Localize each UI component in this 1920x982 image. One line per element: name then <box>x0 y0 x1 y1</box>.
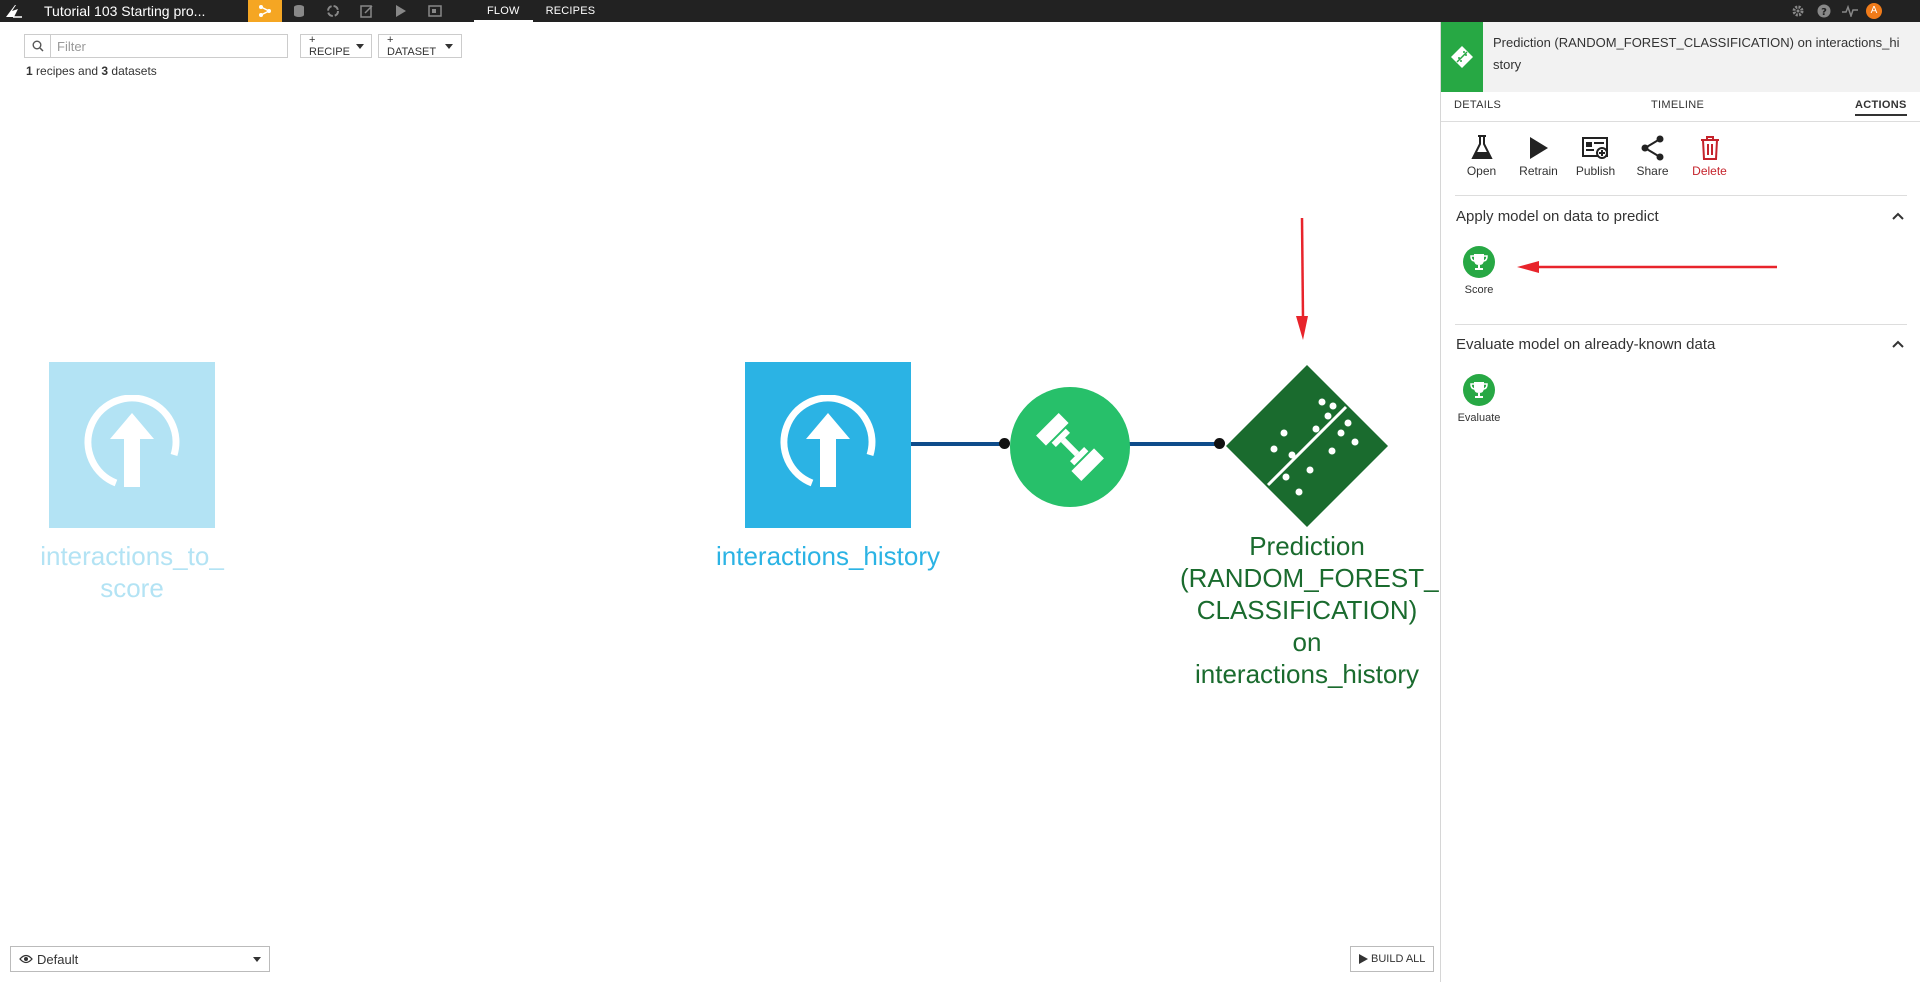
upload-icon <box>84 395 180 487</box>
score-recipe-button[interactable]: Score <box>1454 246 1504 296</box>
chevron-up-icon[interactable] <box>1892 340 1904 348</box>
top-right-tools: ? A <box>1788 0 1920 22</box>
apply-section-title: Apply model on data to predict <box>1456 208 1659 225</box>
top-bar: Tutorial 103 Starting pro... FLOW RECIPE… <box>0 0 1920 22</box>
delete-label: Delete <box>1692 164 1727 178</box>
open-label: Open <box>1466 164 1497 178</box>
tab-actions[interactable]: ACTIONS <box>1855 99 1907 116</box>
model-label[interactable]: Prediction (RANDOM_FOREST_ CLASSIFICATIO… <box>1180 530 1439 690</box>
tab-details[interactable]: DETAILS <box>1454 99 1501 111</box>
dataset-label[interactable]: interactions_to_ score <box>26 540 238 604</box>
eye-icon <box>19 954 33 964</box>
evaluate-section-title: Evaluate model on already-known data <box>1456 336 1716 353</box>
datasets-icon[interactable] <box>282 0 316 22</box>
tab-timeline[interactable]: TIMELINE <box>1651 99 1704 111</box>
delete-action-button[interactable]: Delete <box>1681 132 1738 178</box>
flow-link <box>1126 442 1220 446</box>
chevron-down-icon <box>253 957 261 962</box>
trophy-icon <box>1463 246 1495 278</box>
annotation-arrow-down <box>1296 218 1308 340</box>
flask-icon <box>1470 132 1493 164</box>
share-label: Share <box>1636 164 1669 178</box>
score-label: Score <box>1464 284 1494 296</box>
flow-canvas[interactable]: interactions_to_ score interactions_hist… <box>0 22 1440 982</box>
tab-flow[interactable]: FLOW <box>474 0 533 22</box>
jobs-play-icon[interactable] <box>384 0 418 22</box>
project-title[interactable]: Tutorial 103 Starting pro... <box>28 3 248 19</box>
divider <box>1455 195 1907 196</box>
model-node-prediction[interactable] <box>1226 365 1388 527</box>
share-action-button[interactable]: Share <box>1624 132 1681 178</box>
actions-row: Open Retrain Publish Share Delete <box>1453 132 1738 178</box>
annotation-arrow-left <box>1517 261 1777 273</box>
open-action-button[interactable]: Open <box>1453 132 1510 178</box>
upload-icon <box>780 395 876 487</box>
tab-recipes[interactable]: RECIPES <box>533 0 609 22</box>
gear-icon[interactable] <box>1788 1 1808 21</box>
panel-header: Prediction (RANDOM_FOREST_CLASSIFICATION… <box>1441 22 1920 92</box>
evaluate-recipe-button[interactable]: Evaluate <box>1454 374 1504 424</box>
flow-link <box>911 442 1007 446</box>
dss-logo-icon[interactable] <box>0 0 28 22</box>
retrain-action-button[interactable]: Retrain <box>1510 132 1567 178</box>
avatar[interactable]: A <box>1866 3 1882 19</box>
panel-title: Prediction (RANDOM_FOREST_CLASSIFICATION… <box>1493 35 1900 72</box>
dataset-node-interactions-to-score[interactable] <box>49 362 215 528</box>
retrain-label: Retrain <box>1519 164 1558 178</box>
trash-icon <box>1700 132 1720 164</box>
flow-icon[interactable] <box>248 0 282 22</box>
play-icon <box>1359 954 1368 964</box>
build-all-button[interactable]: BUILD ALL <box>1350 946 1435 972</box>
link-endpoint <box>1214 438 1225 449</box>
view-select-value: Default <box>37 951 79 967</box>
dumbbell-icon <box>1036 413 1104 481</box>
saved-model-icon <box>1441 22 1483 92</box>
view-select[interactable]: Default <box>10 946 270 972</box>
notebook-icon[interactable] <box>350 0 384 22</box>
chevron-up-icon[interactable] <box>1892 212 1904 220</box>
play-icon <box>1529 132 1549 164</box>
help-icon[interactable]: ? <box>1814 1 1834 21</box>
right-panel: Prediction (RANDOM_FOREST_CLASSIFICATION… <box>1440 22 1920 982</box>
publish-icon <box>1581 132 1610 164</box>
dataset-node-interactions-history[interactable] <box>745 362 911 528</box>
publish-label: Publish <box>1575 164 1616 178</box>
publish-action-button[interactable]: Publish <box>1567 132 1624 178</box>
panel-tabs: DETAILS TIMELINE ACTIONS <box>1441 92 1920 122</box>
build-all-label: BUILD ALL <box>1371 953 1426 965</box>
activity-icon[interactable] <box>1840 1 1860 21</box>
link-endpoint <box>999 438 1010 449</box>
recipe-node-train[interactable] <box>1010 387 1130 507</box>
recycle-icon[interactable] <box>316 0 350 22</box>
divider <box>1455 324 1907 325</box>
dashboard-icon[interactable] <box>418 0 452 22</box>
dataset-label[interactable]: interactions_history <box>700 540 956 572</box>
saved-model-diamond-icon <box>1226 365 1388 527</box>
svg-text:?: ? <box>1821 7 1827 18</box>
trophy-icon <box>1463 374 1495 406</box>
evaluate-label: Evaluate <box>1457 412 1501 424</box>
share-icon <box>1640 132 1666 164</box>
